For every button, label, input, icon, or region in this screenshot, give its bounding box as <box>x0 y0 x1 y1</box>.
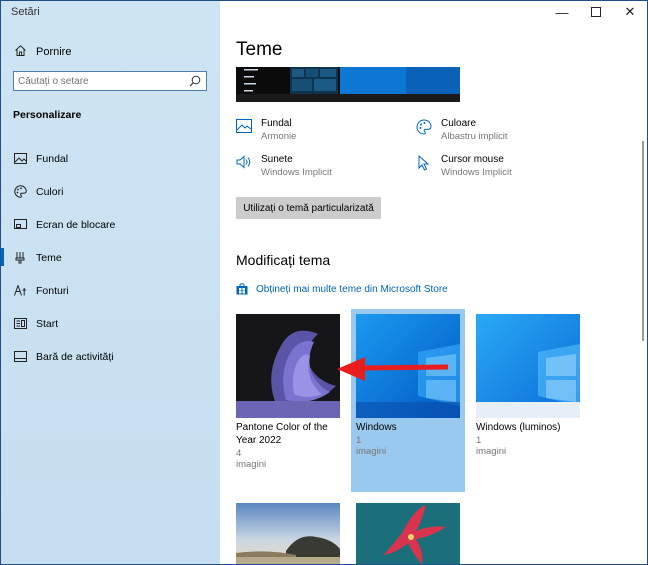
sounds-value: Windows Implicit <box>261 167 332 178</box>
sidebar-item-label: Fundal <box>36 152 69 165</box>
color-setting[interactable]: Culoare Albastru implicit <box>416 117 508 144</box>
sidebar-item-label: Start <box>36 317 59 330</box>
minimize-button[interactable]: — <box>545 1 579 23</box>
background-label: Fundal <box>261 118 292 129</box>
theme-thumbnail <box>356 314 460 418</box>
settings-window: Setări Pornire Personalizare Fundal <box>0 0 648 565</box>
page-title: Teme <box>236 39 283 60</box>
section-heading: Personalizare <box>13 109 82 121</box>
theme-image-count: 1 imagini <box>356 435 387 457</box>
theme-name: Pantone Color of the Year 2022 <box>236 422 328 446</box>
custom-theme-button[interactable]: Utilizați o temă particularizată <box>236 197 381 219</box>
maximize-button[interactable] <box>579 1 613 23</box>
minimize-icon: — <box>555 4 569 20</box>
window-controls: — ✕ <box>545 1 647 23</box>
sidebar-nav: Fundal Culori Ecran de blocare Teme Font… <box>1 142 220 373</box>
sidebar-item-culori[interactable]: Culori <box>1 175 220 208</box>
sidebar-item-bara-de-activitati[interactable]: Bară de activități <box>1 340 220 373</box>
sidebar-item-label: Culori <box>36 185 64 198</box>
background-setting[interactable]: Fundal Armonie <box>236 117 296 144</box>
theme-image-count: 1 imagini <box>476 435 507 457</box>
store-icon <box>236 283 248 295</box>
sounds-label: Sunete <box>261 154 293 165</box>
sidebar-item-fonturi[interactable]: Fonturi <box>1 274 220 307</box>
font-icon <box>13 284 27 298</box>
maximize-icon <box>591 7 601 17</box>
sidebar-item-label: Fonturi <box>36 284 69 297</box>
palette-icon <box>13 185 27 199</box>
theme-image-count: 4 imagini <box>236 448 267 470</box>
theme-name: Windows (luminos) <box>476 422 561 433</box>
sidebar-item-ecran-de-blocare[interactable]: Ecran de blocare <box>1 208 220 241</box>
start-icon <box>13 317 27 331</box>
sidebar: Setări Pornire Personalizare Fundal <box>1 1 220 564</box>
search-icon[interactable] <box>188 74 202 88</box>
sidebar-item-label: Teme <box>36 251 62 264</box>
cursor-setting[interactable]: Cursor mouse Windows Implicit <box>416 153 512 180</box>
background-value: Armonie <box>261 131 297 142</box>
close-button[interactable]: ✕ <box>613 1 647 23</box>
scrollbar[interactable] <box>642 141 644 341</box>
sidebar-item-label: Ecran de blocare <box>36 218 116 231</box>
picture-icon <box>236 119 252 135</box>
color-label: Culoare <box>441 118 477 129</box>
cursor-label: Cursor mouse <box>441 154 504 165</box>
home-icon <box>13 44 27 60</box>
home-nav-item[interactable]: Pornire <box>13 43 71 61</box>
speaker-icon <box>236 155 252 171</box>
store-link-label: Obțineți mai multe teme din Microsoft St… <box>256 283 448 295</box>
sidebar-item-label: Bară de activități <box>36 350 114 363</box>
taskbar-icon <box>13 350 27 364</box>
theme-name: Windows <box>356 422 397 433</box>
sidebar-item-start[interactable]: Start <box>1 307 220 340</box>
search-input[interactable] <box>18 74 188 88</box>
main-panel: — ✕ Teme Fundal Armonie Culoare Albastru… <box>220 1 647 564</box>
theme-thumbnail <box>356 503 460 564</box>
lock-screen-icon <box>13 218 27 232</box>
sounds-setting[interactable]: Sunete Windows Implicit <box>236 153 332 180</box>
window-title: Setări <box>11 6 40 18</box>
theme-thumbnail <box>476 314 580 418</box>
theme-thumbnail <box>236 503 340 564</box>
cursor-value: Windows Implicit <box>441 167 512 178</box>
search-box[interactable] <box>13 71 207 91</box>
theme-preview <box>236 67 460 102</box>
change-theme-heading: Modificați tema <box>236 252 331 268</box>
home-label: Pornire <box>36 46 72 58</box>
store-link[interactable]: Obțineți mai multe teme din Microsoft St… <box>236 283 448 295</box>
sidebar-item-fundal[interactable]: Fundal <box>1 142 220 175</box>
cursor-icon <box>416 154 432 171</box>
close-icon: ✕ <box>624 4 636 19</box>
palette-icon <box>416 119 432 135</box>
theme-thumbnail <box>236 314 340 418</box>
picture-icon <box>13 152 27 166</box>
color-value: Albastru implicit <box>441 131 508 142</box>
sidebar-item-teme[interactable]: Teme <box>1 241 220 274</box>
brush-icon <box>13 251 27 265</box>
